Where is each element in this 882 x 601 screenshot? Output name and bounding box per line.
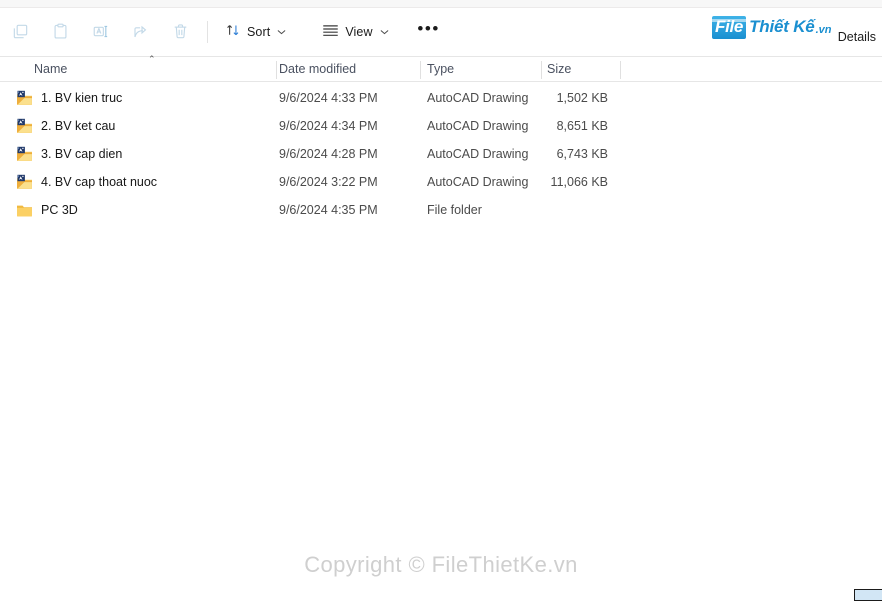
- window-top-strip: [0, 0, 882, 8]
- logo-file-badge: File: [712, 15, 747, 39]
- toolbar-separator: [207, 20, 208, 43]
- file-name-label: PC 3D: [41, 203, 78, 217]
- file-size-cell: 11,066 KB: [550, 175, 608, 189]
- sort-icon: [225, 22, 241, 41]
- file-row[interactable]: 1. BV kien truc 9/6/2024 4:33 PM AutoCAD…: [0, 84, 882, 112]
- folder-icon: [16, 202, 33, 218]
- rename-button[interactable]: [80, 16, 120, 48]
- corner-selection-stub: [854, 589, 882, 601]
- file-name-label: 1. BV kien truc: [41, 91, 123, 105]
- file-type-cell: AutoCAD Drawing: [427, 91, 529, 105]
- file-name-label: 4. BV cap thoat nuoc: [41, 175, 158, 189]
- paste-icon: [51, 22, 70, 41]
- file-list: 1. BV kien truc 9/6/2024 4:33 PM AutoCAD…: [0, 84, 882, 224]
- file-type-cell: AutoCAD Drawing: [427, 175, 529, 189]
- column-header-size[interactable]: Size: [547, 57, 571, 81]
- share-button[interactable]: [120, 16, 160, 48]
- file-row[interactable]: 3. BV cap dien 9/6/2024 4:28 PM AutoCAD …: [0, 140, 882, 168]
- file-name-label: 2. BV ket cau: [41, 119, 116, 133]
- view-list-icon: [322, 24, 339, 40]
- autocad-drawing-icon: [16, 174, 33, 190]
- file-size-cell: 1,502 KB: [556, 91, 608, 105]
- filethietke-logo-watermark: File Thiết Kế .vn: [712, 14, 831, 40]
- autocad-drawing-icon: [16, 118, 33, 134]
- file-name-cell: 3. BV cap dien: [16, 146, 122, 162]
- sort-label: Sort: [247, 24, 271, 39]
- file-date-cell: 9/6/2024 4:33 PM: [279, 91, 378, 105]
- column-divider[interactable]: [620, 61, 621, 79]
- file-date-cell: 9/6/2024 3:22 PM: [279, 175, 378, 189]
- file-size-cell: 8,651 KB: [556, 119, 608, 133]
- file-name-cell: PC 3D: [16, 202, 78, 218]
- column-header-row: ⌃ Name Date modified Type Size: [0, 54, 882, 82]
- more-options-button[interactable]: •••: [412, 16, 446, 48]
- file-type-cell: File folder: [427, 203, 482, 217]
- autocad-drawing-icon: [16, 90, 33, 106]
- chevron-down-icon: [380, 29, 389, 37]
- autocad-drawing-icon: [16, 146, 33, 162]
- file-date-cell: 9/6/2024 4:34 PM: [279, 119, 378, 133]
- file-name-cell: 2. BV ket cau: [16, 118, 115, 134]
- copy-icon: [11, 22, 30, 41]
- file-type-cell: AutoCAD Drawing: [427, 147, 529, 161]
- copy-button[interactable]: [0, 16, 40, 48]
- file-date-cell: 9/6/2024 4:35 PM: [279, 203, 378, 217]
- sort-ascending-indicator: ⌃: [148, 54, 156, 64]
- logo-tld-text: .vn: [815, 24, 832, 36]
- file-row[interactable]: 2. BV ket cau 9/6/2024 4:34 PM AutoCAD D…: [0, 112, 882, 140]
- file-row[interactable]: 4. BV cap thoat nuoc 9/6/2024 3:22 PM Au…: [0, 168, 882, 196]
- view-label: View: [345, 24, 373, 39]
- logo-thietke-text: Thiết Kế: [749, 17, 815, 36]
- file-row[interactable]: PC 3D 9/6/2024 4:35 PM File folder: [0, 196, 882, 224]
- column-divider[interactable]: [541, 61, 542, 79]
- file-name-cell: 4. BV cap thoat nuoc: [16, 174, 157, 190]
- file-type-cell: AutoCAD Drawing: [427, 119, 529, 133]
- delete-button[interactable]: [160, 16, 200, 48]
- file-date-cell: 9/6/2024 4:28 PM: [279, 147, 378, 161]
- column-divider[interactable]: [420, 61, 421, 79]
- chevron-down-icon: [277, 29, 286, 37]
- rename-icon: [91, 22, 110, 41]
- column-header-type[interactable]: Type: [427, 57, 454, 81]
- copyright-watermark: Copyright © FileThietKe.vn: [304, 552, 578, 577]
- column-divider[interactable]: [276, 61, 277, 79]
- file-name-label: 3. BV cap dien: [41, 147, 123, 161]
- view-mode-indicator: Details: [837, 30, 876, 44]
- share-icon: [131, 22, 150, 41]
- trash-icon: [171, 22, 190, 41]
- file-name-cell: 1. BV kien truc: [16, 90, 122, 106]
- file-size-cell: 6,743 KB: [556, 147, 608, 161]
- sort-button[interactable]: Sort: [216, 16, 295, 48]
- view-button[interactable]: View: [313, 16, 397, 48]
- paste-button[interactable]: [40, 16, 80, 48]
- column-header-date-modified[interactable]: Date modified: [279, 57, 356, 81]
- column-header-name[interactable]: Name: [34, 57, 67, 81]
